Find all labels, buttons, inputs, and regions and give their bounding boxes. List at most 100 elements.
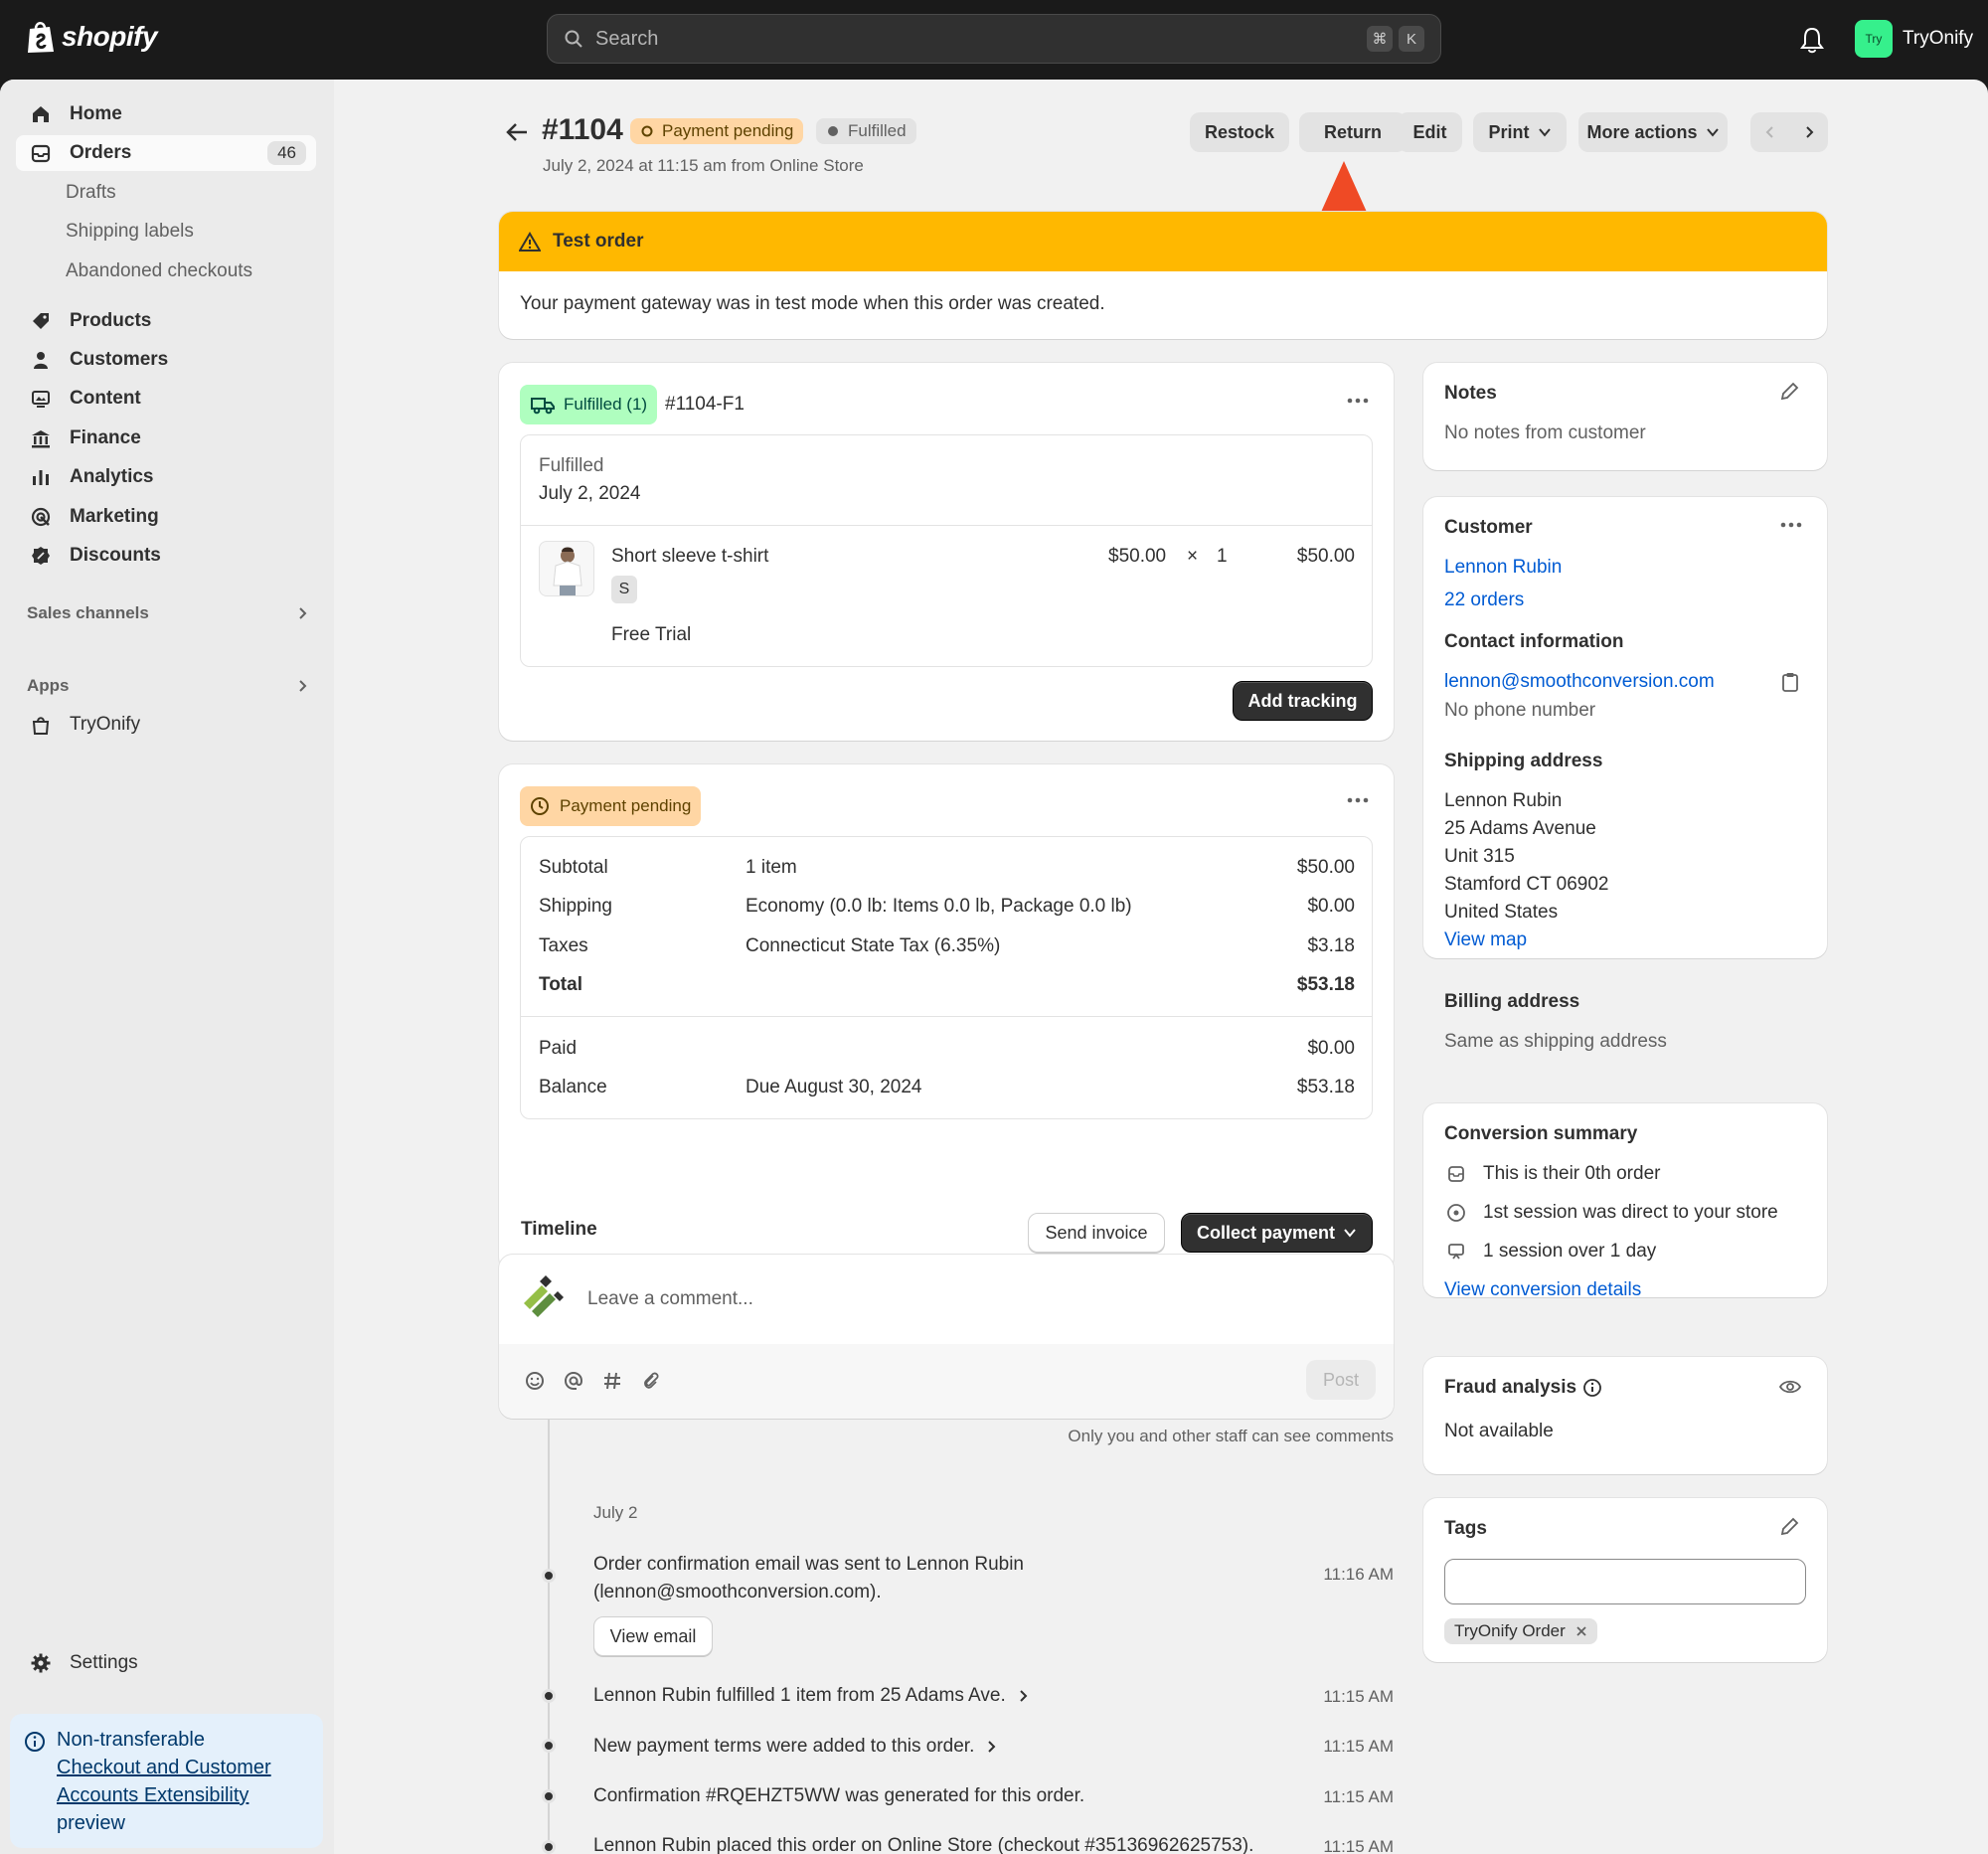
paid-amount: $0.00 <box>1307 1038 1355 1059</box>
timeline-event-text: Confirmation #RQEHZT5WW was generated fo… <box>593 1785 1085 1806</box>
fulfillment-status-label: Fulfilled <box>539 455 604 476</box>
edit-button[interactable]: Edit <box>1398 112 1462 152</box>
shipping-address-title: Shipping address <box>1444 751 1603 771</box>
sidebar-item-label: Products <box>70 310 152 331</box>
timeline-dot <box>542 1569 556 1583</box>
store-avatar: Try <box>1855 20 1893 58</box>
pencil-icon[interactable] <box>1779 382 1799 402</box>
more-options-icon[interactable] <box>1779 521 1803 529</box>
sales-channels-section[interactable]: Sales channels <box>27 603 310 623</box>
sidebar-item-home[interactable]: Home <box>16 96 316 132</box>
timeline-event[interactable]: Lennon Rubin fulfilled 1 item from 25 Ad… <box>593 1685 1030 1707</box>
chevron-right-icon <box>299 680 307 692</box>
tags-input[interactable] <box>1444 1559 1806 1604</box>
sidebar-subitem-shipping-labels[interactable]: Shipping labels <box>66 221 194 243</box>
print-button[interactable]: Print <box>1473 112 1567 152</box>
sidebar-item-label: TryOnify <box>70 714 141 735</box>
mention-icon[interactable] <box>564 1371 583 1391</box>
comment-toolbar: Post <box>499 1344 1394 1419</box>
clipboard-icon[interactable] <box>1781 672 1799 692</box>
chevron-down-icon <box>1538 128 1551 137</box>
timeline-event-text: Lennon Rubin placed this order on Online… <box>593 1835 1254 1854</box>
sidebar-item-tryonify[interactable]: TryOnify <box>16 707 316 743</box>
payment-status-text: Payment pending <box>662 121 794 140</box>
more-actions-button[interactable]: More actions <box>1578 112 1728 152</box>
sidebar-item-marketing[interactable]: Marketing <box>16 499 316 535</box>
customer-email-link[interactable]: lennon@smoothconversion.com <box>1444 671 1715 693</box>
fraud-analysis-card: Fraud analysis Not available <box>1423 1357 1827 1474</box>
apps-section[interactable]: Apps <box>27 676 310 696</box>
sidebar-subitem-abandoned-checkouts[interactable]: Abandoned checkouts <box>66 260 252 282</box>
next-order-icon[interactable] <box>1801 124 1817 140</box>
sidebar-item-finance[interactable]: Finance <box>16 421 316 456</box>
collect-payment-button[interactable]: Collect payment <box>1181 1213 1373 1253</box>
timeline-title: Timeline <box>521 1219 597 1240</box>
comment-input[interactable]: Leave a comment... <box>587 1288 753 1310</box>
customer-title: Customer <box>1444 517 1533 538</box>
product-name[interactable]: Short sleeve t-shirt <box>611 546 768 568</box>
timeline-event[interactable]: New payment terms were added to this ord… <box>593 1736 998 1758</box>
restock-button[interactable]: Restock <box>1190 112 1289 152</box>
view-email-button[interactable]: View email <box>593 1616 713 1656</box>
customer-name-link[interactable]: Lennon Rubin <box>1444 557 1562 579</box>
more-options-icon[interactable] <box>1346 397 1370 405</box>
add-tracking-button[interactable]: Add tracking <box>1233 681 1373 721</box>
apps-label: Apps <box>27 676 70 695</box>
sidebar-item-content[interactable]: Content <box>16 381 316 417</box>
post-button[interactable]: Post <box>1306 1360 1376 1400</box>
search-bar[interactable]: Search ⌘ K <box>547 14 1441 64</box>
shipping-amount: $0.00 <box>1307 896 1355 917</box>
return-button[interactable]: Return <box>1299 112 1407 152</box>
content-icon <box>32 391 50 408</box>
payment-pending-badge: Payment pending <box>520 786 702 826</box>
customer-orders-link[interactable]: 22 orders <box>1444 590 1524 611</box>
view-conversion-details-link[interactable]: View conversion details <box>1444 1279 1641 1301</box>
sidebar-item-settings[interactable]: Settings <box>16 1645 316 1681</box>
shopify-bag-icon <box>28 22 54 53</box>
fulfillment-details: Fulfilled July 2, 2024 Short sleeve t-sh… <box>520 434 1373 667</box>
sidebar-item-orders[interactable]: Orders 46 <box>16 135 316 171</box>
sidebar-item-analytics[interactable]: Analytics <box>16 459 316 495</box>
pencil-icon[interactable] <box>1779 1517 1799 1537</box>
test-order-message: Your payment gateway was in test mode wh… <box>520 293 1105 314</box>
logo-text: shopify <box>62 21 158 52</box>
person-icon <box>34 352 48 369</box>
address-line: Unit 315 <box>1444 846 1515 867</box>
remove-tag-icon[interactable] <box>1575 1625 1587 1637</box>
bar-chart-icon <box>33 470 49 485</box>
fulfilled-badge-text: Fulfilled (1) <box>564 395 648 414</box>
taxes-desc: Connecticut State Tax (6.35%) <box>746 935 1001 956</box>
back-arrow-icon[interactable] <box>505 121 529 143</box>
sidebar-item-customers[interactable]: Customers <box>16 342 316 378</box>
sidebar-subitem-drafts[interactable]: Drafts <box>66 182 116 204</box>
unit-price: $50.00 <box>1108 546 1167 567</box>
subtotal-label: Subtotal <box>539 857 608 878</box>
billing-address-title: Billing address <box>1444 991 1580 1012</box>
order-history-icon <box>1448 1166 1464 1182</box>
timeline-event-time: 11:15 AM <box>1323 1837 1394 1854</box>
timeline-event-text: Order confirmation email was sent to Len… <box>593 1554 1025 1602</box>
shopify-logo[interactable]: shopify <box>26 20 158 54</box>
notification-bell-icon[interactable] <box>1799 26 1825 54</box>
store-menu[interactable]: Try TryOnify <box>1855 20 1973 58</box>
previous-order-icon[interactable] <box>1762 124 1778 140</box>
view-map-link[interactable]: View map <box>1444 929 1527 951</box>
address-line: Lennon Rubin <box>1444 790 1563 811</box>
checkout-extensibility-link[interactable]: Checkout and Customer Accounts Extensibi… <box>57 1754 309 1809</box>
attachment-icon[interactable] <box>641 1371 661 1391</box>
send-invoice-button[interactable]: Send invoice <box>1028 1213 1165 1253</box>
tshirt-model-image <box>553 547 582 595</box>
sales-channels-label: Sales channels <box>27 603 149 622</box>
info-icon[interactable] <box>1582 1378 1602 1398</box>
taxes-amount: $3.18 <box>1307 935 1355 956</box>
test-order-banner-header: Test order <box>499 212 1827 271</box>
more-options-icon[interactable] <box>1346 796 1370 804</box>
payment-summary: Subtotal 1 item $50.00 Shipping Economy … <box>520 836 1373 1119</box>
eye-icon[interactable] <box>1778 1377 1802 1397</box>
notes-card: Notes No notes from customer <box>1423 363 1827 470</box>
emoji-icon[interactable] <box>525 1371 545 1391</box>
balance-due-date: Due August 30, 2024 <box>746 1077 922 1097</box>
hashtag-icon[interactable] <box>602 1371 622 1391</box>
sidebar-item-discounts[interactable]: Discounts <box>16 538 316 574</box>
sidebar-item-products[interactable]: Products <box>16 303 316 339</box>
